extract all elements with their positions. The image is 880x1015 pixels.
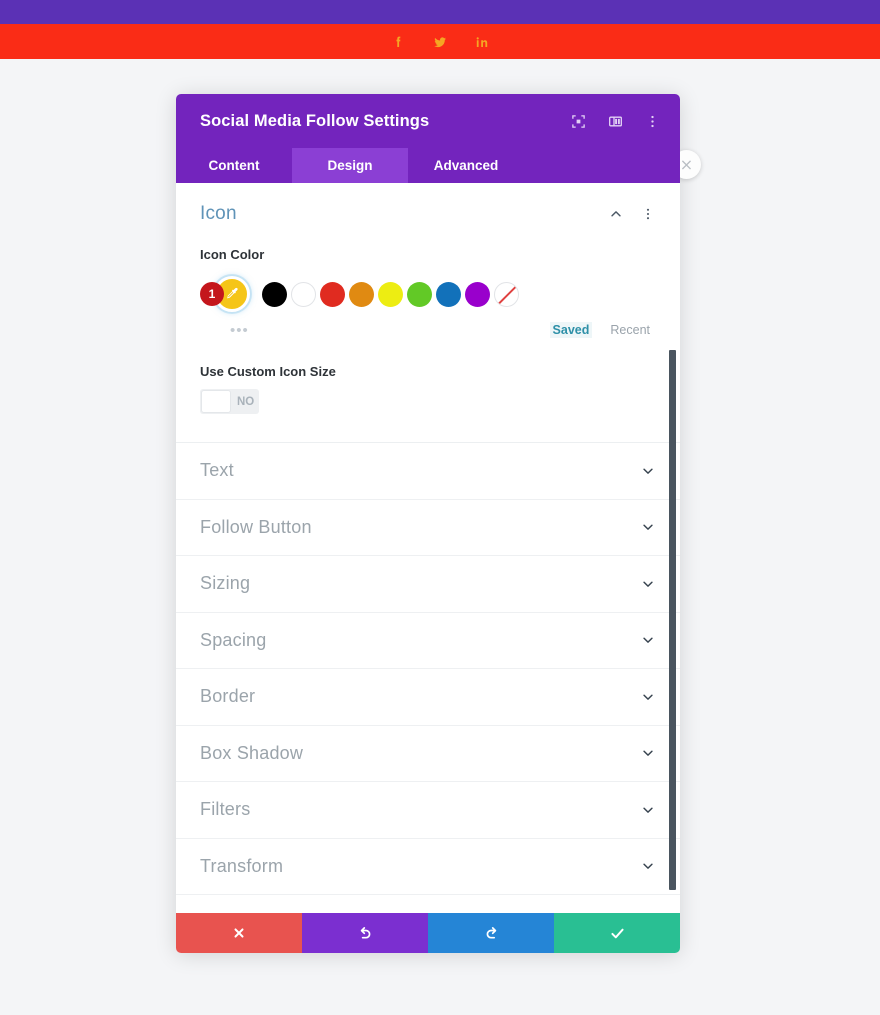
save-button[interactable]: [554, 913, 680, 953]
modal-scrollbar-track[interactable]: [669, 183, 678, 913]
section-icon: Icon Icon Color 1 ••• Saved Recent Use C…: [176, 183, 680, 443]
more-options-icon[interactable]: [644, 113, 660, 129]
swatch-red[interactable]: [320, 281, 345, 307]
undo-icon: [357, 925, 374, 942]
section-box-shadow[interactable]: Box Shadow: [176, 726, 680, 782]
linkedin-icon[interactable]: [472, 32, 492, 52]
chevron-down-icon[interactable]: [640, 802, 656, 818]
section-sizing[interactable]: Sizing: [176, 556, 680, 613]
swatch-purple[interactable]: [465, 281, 490, 307]
swatch-blue[interactable]: [436, 281, 461, 307]
swatch-yellow[interactable]: [378, 281, 403, 307]
chevron-down-icon[interactable]: [640, 463, 656, 479]
close-icon: ×: [679, 154, 694, 174]
custom-icon-size-toggle[interactable]: NO: [200, 389, 259, 414]
section-icon-header[interactable]: Icon: [200, 203, 656, 225]
section-spacing-label: Spacing: [200, 629, 267, 650]
color-palette-footer: ••• Saved Recent: [200, 320, 656, 340]
undo-button[interactable]: [302, 913, 428, 953]
facebook-icon[interactable]: [388, 32, 408, 52]
twitter-icon[interactable]: [430, 32, 450, 52]
tab-advanced[interactable]: Advanced: [408, 148, 524, 183]
chevron-down-icon[interactable]: [640, 689, 656, 705]
icon-color-swatches: 1: [200, 276, 656, 312]
swatch-black[interactable]: [262, 281, 287, 307]
section-icon-more-options-icon[interactable]: [640, 206, 656, 222]
tab-content[interactable]: Content: [176, 148, 292, 183]
cancel-button[interactable]: [176, 913, 302, 953]
chevron-down-icon[interactable]: [640, 576, 656, 592]
top-purple-strip: [0, 0, 880, 24]
eyedropper-icon: [223, 285, 241, 303]
section-spacing[interactable]: Spacing: [176, 613, 680, 669]
modal-header: Social Media Follow Settings: [176, 94, 680, 148]
modal-tabs: Content Design Advanced: [176, 148, 680, 183]
swatch-none[interactable]: [494, 281, 519, 307]
color-filter-saved[interactable]: Saved: [549, 322, 593, 338]
color-palette: [262, 281, 519, 307]
modal-title: Social Media Follow Settings: [200, 111, 430, 130]
chevron-down-icon[interactable]: [640, 745, 656, 761]
tab-design[interactable]: Design: [292, 148, 408, 183]
settings-modal: Social Media Follow Settings Content Des…: [176, 94, 680, 953]
modal-action-bar: [176, 913, 680, 953]
section-box-shadow-label: Box Shadow: [200, 742, 304, 763]
modal-scrollbar-thumb[interactable]: [669, 350, 676, 890]
toggle-knob: [201, 390, 231, 413]
section-follow-button[interactable]: Follow Button: [176, 500, 680, 556]
custom-icon-size-label: Use Custom Icon Size: [200, 364, 336, 379]
section-icon-title: Icon: [200, 203, 237, 224]
section-border-label: Border: [200, 686, 256, 707]
section-transform-label: Transform: [200, 855, 284, 876]
swatch-green[interactable]: [407, 281, 432, 307]
modal-body: Icon Icon Color 1 ••• Saved Recent Use C…: [176, 183, 680, 913]
color-filter-recent[interactable]: Recent: [610, 323, 650, 337]
selected-color-group: 1: [200, 276, 252, 312]
icon-color-label: Icon Color: [200, 247, 265, 262]
layout-view-icon[interactable]: [607, 113, 623, 129]
swatch-orange[interactable]: [349, 281, 374, 307]
modal-header-actions: [570, 113, 660, 129]
social-follow-bar: [0, 24, 880, 59]
section-text[interactable]: Text: [176, 443, 680, 500]
chevron-up-icon[interactable]: [608, 206, 624, 222]
section-transform[interactable]: Transform: [176, 839, 680, 895]
fullscreen-icon[interactable]: [570, 113, 586, 129]
section-filters-label: Filters: [200, 799, 251, 820]
more-colors-icon[interactable]: •••: [230, 323, 249, 338]
close-x-icon: [232, 926, 246, 940]
redo-icon: [483, 925, 500, 942]
section-border[interactable]: Border: [176, 669, 680, 726]
chevron-down-icon[interactable]: [640, 519, 656, 535]
section-follow-button-label: Follow Button: [200, 516, 312, 537]
checkmark-icon: [609, 925, 626, 942]
section-filters[interactable]: Filters: [176, 782, 680, 839]
swatch-white[interactable]: [291, 281, 316, 307]
chevron-down-icon[interactable]: [640, 858, 656, 874]
color-count-badge: 1: [200, 282, 224, 306]
chevron-down-icon[interactable]: [640, 632, 656, 648]
section-text-label: Text: [200, 460, 234, 481]
toggle-state-label: NO: [237, 395, 255, 408]
redo-button[interactable]: [428, 913, 554, 953]
section-sizing-label: Sizing: [200, 573, 251, 594]
